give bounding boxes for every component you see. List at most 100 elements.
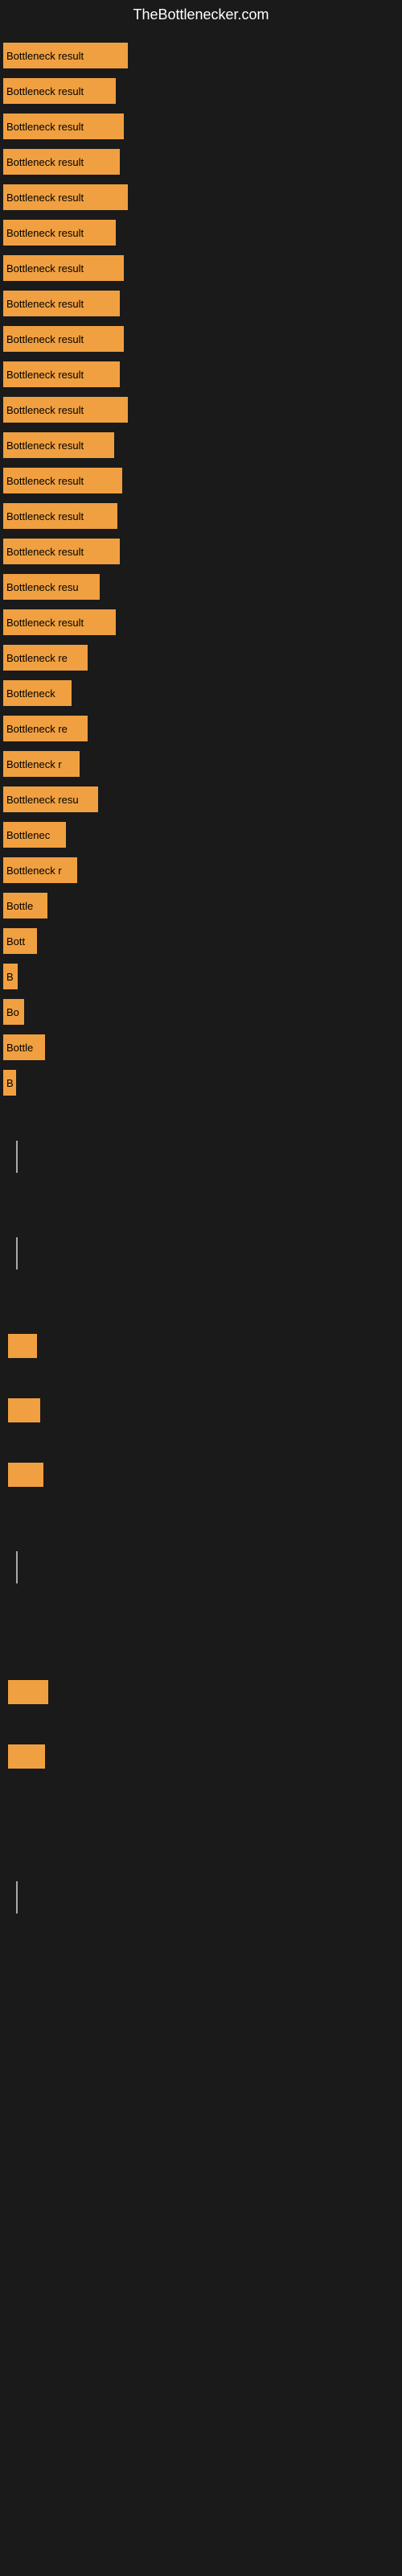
result-bar-17: Bottleneck result: [3, 609, 116, 635]
result-bar-8: Bottleneck result: [3, 291, 120, 316]
bar-row: Bottleneck: [0, 675, 402, 711]
bar-row: Bo: [0, 994, 402, 1030]
bar-row: Bottleneck result: [0, 392, 402, 427]
bar-label-27: B: [6, 971, 14, 983]
site-title: TheBottlenecker.com: [0, 0, 402, 30]
bar-label-9: Bottleneck result: [6, 333, 84, 345]
result-bar-5: Bottleneck result: [3, 184, 128, 210]
small-bar-3: [8, 1463, 43, 1487]
result-bar-30: B: [3, 1070, 16, 1096]
bar-row: Bottle: [0, 888, 402, 923]
result-bar-18: Bottleneck re: [3, 645, 88, 671]
bar-label-4: Bottleneck result: [6, 156, 84, 168]
result-bar-13: Bottleneck result: [3, 468, 122, 493]
bar-label-15: Bottleneck result: [6, 546, 84, 558]
small-bar-1: [8, 1334, 37, 1358]
bars-container: Bottleneck result Bottleneck result Bottle…: [0, 30, 402, 1108]
bar-row: Bottleneck result: [0, 144, 402, 180]
bar-row: Bottleneck result: [0, 357, 402, 392]
result-bar-14: Bottleneck result: [3, 503, 117, 529]
bar-row: Bottleneck result: [0, 109, 402, 144]
result-bar-24: Bottleneck r: [3, 857, 77, 883]
bar-label-7: Bottleneck result: [6, 262, 84, 275]
bottom-section: [0, 1125, 402, 1930]
bar-row: Bottleneck resu: [0, 782, 402, 817]
bar-row: Bott: [0, 923, 402, 959]
result-bar-3: Bottleneck result: [3, 114, 124, 139]
bar-label-20: Bottleneck re: [6, 723, 68, 735]
result-bar-15: Bottleneck result: [3, 539, 120, 564]
bar-label-17: Bottleneck result: [6, 617, 84, 629]
result-bar-11: Bottleneck result: [3, 397, 128, 423]
result-bar-2: Bottleneck result: [3, 78, 116, 104]
bar-label-22: Bottleneck resu: [6, 794, 79, 806]
bar-label-25: Bottle: [6, 900, 33, 912]
bar-label-29: Bottle: [6, 1042, 33, 1054]
bar-row: Bottleneck result: [0, 38, 402, 73]
bar-row: Bottleneck result: [0, 427, 402, 463]
bar-label-1: Bottleneck result: [6, 50, 84, 62]
bar-label-5: Bottleneck result: [6, 192, 84, 204]
result-bar-22: Bottleneck resu: [3, 786, 98, 812]
result-bar-27: B: [3, 964, 18, 989]
bar-row: Bottleneck result: [0, 73, 402, 109]
bar-label-18: Bottleneck re: [6, 652, 68, 664]
bar-label-11: Bottleneck result: [6, 404, 84, 416]
bar-label-30: B: [6, 1077, 14, 1089]
bar-row: Bottleneck result: [0, 534, 402, 569]
result-bar-12: Bottleneck result: [3, 432, 114, 458]
result-bar-4: Bottleneck result: [3, 149, 120, 175]
bar-row: Bottleneck re: [0, 640, 402, 675]
bar-row: Bottleneck result: [0, 321, 402, 357]
bar-row: Bottleneck result: [0, 250, 402, 286]
bar-label-2: Bottleneck result: [6, 85, 84, 97]
bar-label-26: Bott: [6, 935, 25, 947]
bar-label-21: Bottleneck r: [6, 758, 62, 770]
bar-row: Bottleneck result: [0, 605, 402, 640]
result-bar-6: Bottleneck result: [3, 220, 116, 246]
cursor-line-2: [16, 1237, 18, 1269]
result-bar-25: Bottle: [3, 893, 47, 919]
bar-row: Bottleneck r: [0, 746, 402, 782]
result-bar-29: Bottle: [3, 1034, 45, 1060]
bar-row: Bottleneck result: [0, 215, 402, 250]
bar-row: B: [0, 1065, 402, 1100]
bar-label-24: Bottleneck r: [6, 865, 62, 877]
bar-label-16: Bottleneck resu: [6, 581, 79, 593]
bar-label-8: Bottleneck result: [6, 298, 84, 310]
bar-label-14: Bottleneck result: [6, 510, 84, 522]
bar-row: B: [0, 959, 402, 994]
result-bar-1: Bottleneck result: [3, 43, 128, 68]
bar-row: Bottlenec: [0, 817, 402, 852]
cursor-line-3: [16, 1551, 18, 1583]
bar-row: Bottleneck re: [0, 711, 402, 746]
bar-row: Bottleneck result: [0, 180, 402, 215]
bar-row: Bottleneck r: [0, 852, 402, 888]
result-bar-7: Bottleneck result: [3, 255, 124, 281]
result-bar-21: Bottleneck r: [3, 751, 80, 777]
bar-label-23: Bottlenec: [6, 829, 50, 841]
bar-row: Bottleneck result: [0, 463, 402, 498]
cursor-line-4: [16, 1881, 18, 1913]
small-bar-5: [8, 1744, 45, 1769]
bar-label-13: Bottleneck result: [6, 475, 84, 487]
bar-row: Bottleneck resu: [0, 569, 402, 605]
result-bar-26: Bott: [3, 928, 37, 954]
bar-label-28: Bo: [6, 1006, 19, 1018]
bar-label-10: Bottleneck result: [6, 369, 84, 381]
bar-label-6: Bottleneck result: [6, 227, 84, 239]
bar-row: Bottleneck result: [0, 498, 402, 534]
small-bar-2: [8, 1398, 40, 1422]
bar-label-12: Bottleneck result: [6, 440, 84, 452]
result-bar-9: Bottleneck result: [3, 326, 124, 352]
result-bar-28: Bo: [3, 999, 24, 1025]
bar-label-19: Bottleneck: [6, 687, 55, 700]
result-bar-23: Bottlenec: [3, 822, 66, 848]
cursor-line-1: [16, 1141, 18, 1173]
bar-row: Bottleneck result: [0, 286, 402, 321]
small-bar-4: [8, 1680, 48, 1704]
bar-row: Bottle: [0, 1030, 402, 1065]
result-bar-10: Bottleneck result: [3, 361, 120, 387]
result-bar-16: Bottleneck resu: [3, 574, 100, 600]
result-bar-20: Bottleneck re: [3, 716, 88, 741]
